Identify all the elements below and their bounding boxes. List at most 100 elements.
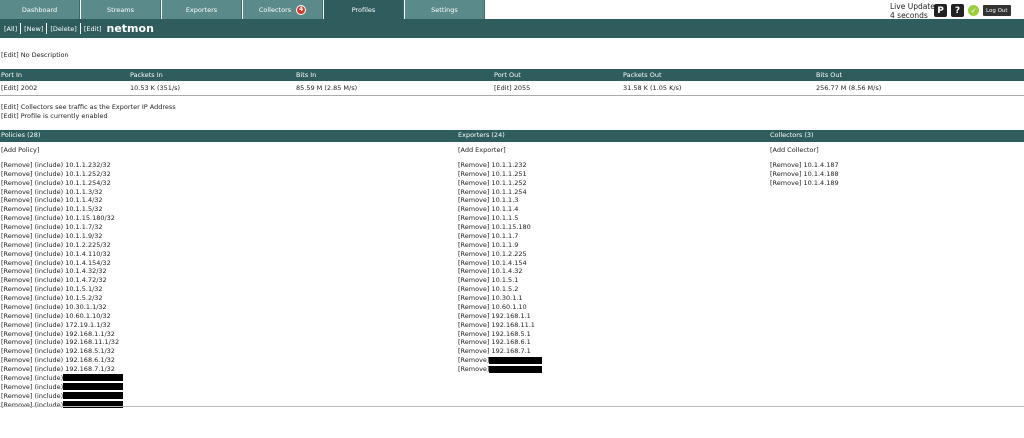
lists-header-row: Policies (28) Exporters (24) Collectors … [0,130,1024,142]
list-item[interactable]: [Remove] 10.1.1.251 [458,170,542,179]
list-item[interactable]: [Remove] (include) 10.1.1.9/32 [1,232,123,241]
list-item[interactable]: [Remove] (include) 10.1.1.5/32 [1,205,123,214]
list-item[interactable]: [Remove] 10.1.1.3 [458,196,542,205]
list-item[interactable]: [Remove] 10.1.4.32 [458,267,542,276]
remove-link[interactable]: [Remove] (include) [1,401,63,409]
list-item[interactable]: [Remove] 10.1.5.1 [458,276,542,285]
stats-value-row: [Edit] 2002 10.53 K (351/s) 85.59 M (2.8… [0,83,1024,94]
list-item[interactable]: [Remove] 192.168.5.1 [458,330,542,339]
list-item-redacted[interactable]: [Remove] [458,356,543,365]
list-item[interactable]: [Remove] 10.1.5.2 [458,285,542,294]
port-in-value[interactable]: [Edit] 2002 [1,84,37,92]
list-item[interactable]: [Remove] (include) 10.1.1.7/32 [1,223,123,232]
list-item-redacted[interactable]: [Remove] (include) [1,374,124,383]
list-item[interactable]: [Remove] (include) 10.1.1.254/32 [1,179,123,188]
list-item[interactable]: [Remove] 192.168.7.1 [458,347,542,356]
list-item[interactable]: [Remove] (include) 10.60.1.10/32 [1,312,123,321]
add-collector-link[interactable]: [Add Collector] [770,146,839,155]
list-item-redacted[interactable]: [Remove] (include) [1,392,124,401]
tab-label: Profiles [351,5,376,14]
list-item[interactable]: [Remove] (include) 10.1.4.72/32 [1,276,123,285]
add-exporter-link[interactable]: [Add Exporter] [458,146,542,155]
tab-dashboard[interactable]: Dashboard [0,0,80,19]
list-item[interactable]: [Remove] 10.1.1.252 [458,179,542,188]
list-item-redacted[interactable]: [Remove] (include) [1,401,124,410]
add-policy-link[interactable]: [Add Policy] [1,146,123,155]
list-item[interactable]: [Remove] (include) 192.168.5.1/32 [1,347,123,356]
list-item[interactable]: [Remove] (include) 10.1.1.252/32 [1,170,123,179]
tab-streams[interactable]: Streams [81,0,161,19]
list-item[interactable]: [Remove] 10.1.1.232 [458,161,542,170]
bits-out-value: 256.77 M (8.56 M/s) [816,84,882,92]
list-item[interactable]: [Remove] 10.1.4.189 [770,179,839,188]
list-item[interactable]: [Remove] 10.1.2.225 [458,250,542,259]
stats-header-row: Port In Packets In Bits In Port Out Pack… [0,69,1024,81]
tab-label: Dashboard [21,5,58,14]
list-item[interactable]: [Remove] (include) 172.19.1.1/32 [1,321,123,330]
list-item[interactable]: [Remove] (include) 10.1.2.225/32 [1,241,123,250]
remove-link[interactable]: [Remove] (include) [1,383,63,391]
list-item-redacted[interactable]: [Remove] [458,365,543,374]
packets-out-header: Packets Out [623,71,662,79]
tab-exporters[interactable]: Exporters [162,0,242,19]
list-item[interactable]: [Remove] (include) 10.1.1.3/32 [1,188,123,197]
list-item[interactable]: [Remove] 10.1.1.9 [458,241,542,250]
list-item[interactable]: [Remove] 10.1.1.254 [458,188,542,197]
redaction-block [63,392,124,400]
live-update-status: Live Update 4 seconds [890,2,935,20]
exporters-title: Exporters (24) [458,131,505,139]
list-item[interactable]: [Remove] (include) 10.1.5.1/32 [1,285,123,294]
list-item[interactable]: [Remove] (include) 10.1.5.2/32 [1,294,123,303]
list-item[interactable]: [Remove] 192.168.11.1 [458,321,542,330]
divider [20,23,22,34]
remove-link[interactable]: [Remove] [458,356,489,364]
list-item[interactable]: [Remove] (include) 192.168.7.1/32 [1,365,123,374]
list-item[interactable]: [Remove] 10.1.4.154 [458,259,542,268]
list-item[interactable]: [Remove] 192.168.6.1 [458,338,542,347]
port-out-value[interactable]: [Edit] 2055 [494,84,530,92]
port-in-header: Port In [1,71,22,79]
delete-profile-link[interactable]: [Delete] [50,25,76,33]
list-item[interactable]: [Remove] 10.1.1.7 [458,232,542,241]
packets-in-header: Packets In [130,71,163,79]
list-item[interactable]: [Remove] 192.168.1.1 [458,312,542,321]
list-item[interactable]: [Remove] (include) 10.1.15.180/32 [1,214,123,223]
collector-ip-note[interactable]: [Edit] Collectors see traffic as the Exp… [1,103,176,112]
list-item[interactable]: [Remove] 10.1.1.5 [458,214,542,223]
divider [46,23,48,34]
list-item[interactable]: [Remove] (include) 192.168.1.1/32 [1,330,123,339]
profile-enabled-note[interactable]: [Edit] Profile is currently enabled [1,112,176,121]
pause-icon[interactable]: P [934,4,947,17]
list-item[interactable]: [Remove] (include) 10.1.4.110/32 [1,250,123,259]
logout-button[interactable]: Log Out [983,5,1011,16]
list-item[interactable]: [Remove] (include) 10.1.4.154/32 [1,259,123,268]
list-item[interactable]: [Remove] (include) 10.1.1.4/32 [1,196,123,205]
help-icon[interactable]: ? [951,4,964,17]
divider [0,406,1024,407]
list-item[interactable]: [Remove] (include) 192.168.6.1/32 [1,356,123,365]
all-profiles-link[interactable]: [All] [4,25,17,33]
remove-link[interactable]: [Remove] (include) [1,374,63,382]
list-item[interactable]: [Remove] 10.1.15.180 [458,223,542,232]
list-item[interactable]: [Remove] (include) 10.1.4.32/32 [1,267,123,276]
remove-link[interactable]: [Remove] (include) [1,392,63,400]
list-item[interactable]: [Remove] 10.60.1.10 [458,303,542,312]
tab-label: Streams [107,5,134,14]
remove-link[interactable]: [Remove] [458,365,489,373]
tab-profiles[interactable]: Profiles [324,0,404,19]
list-item[interactable]: [Remove] 10.30.1.1 [458,294,542,303]
tab-settings[interactable]: Settings [405,0,485,19]
new-profile-link[interactable]: [New] [24,25,43,33]
list-item[interactable]: [Remove] (include) 192.168.11.1/32 [1,338,123,347]
packets-in-value: 10.53 K (351/s) [130,84,181,92]
profile-description[interactable]: [Edit] No Description [1,51,69,59]
list-item[interactable]: [Remove] (include) 10.1.1.232/32 [1,161,123,170]
tab-collectors[interactable]: Collectors 4 [243,0,323,19]
list-item[interactable]: [Remove] (include) 10.30.1.1/32 [1,303,123,312]
list-item[interactable]: [Remove] 10.1.4.187 [770,161,839,170]
list-item[interactable]: [Remove] 10.1.1.4 [458,205,542,214]
top-nav: Dashboard Streams Exporters Collectors 4 … [0,0,1024,20]
edit-profile-link[interactable]: [Edit] [84,25,102,33]
list-item[interactable]: [Remove] 10.1.4.188 [770,170,839,179]
list-item-redacted[interactable]: [Remove] (include) [1,383,124,392]
